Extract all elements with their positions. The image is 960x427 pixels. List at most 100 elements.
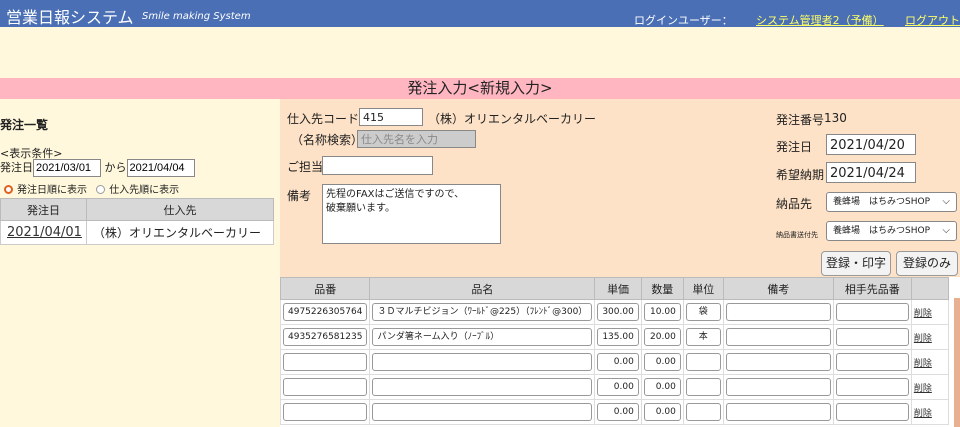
ship-to-select[interactable]: 養蜂場 はちみつSHOP ⌵ [826, 192, 957, 212]
delete-link[interactable]: 削除 [914, 334, 932, 344]
item-code-input[interactable]: 4935276581235 [283, 328, 368, 346]
sort-by-supplier-radio[interactable] [96, 185, 106, 194]
contact-label: ご担当 [287, 160, 324, 174]
grid-cell [722, 324, 834, 350]
item-name-input[interactable] [372, 378, 593, 396]
item-name-input[interactable]: ３Ｄマルチビジョン（ﾜｰﾙﾄﾞ@225）（ﾌﾚﾝﾄﾞ@300） [372, 303, 593, 321]
table-row[interactable]: 2021/04/01 （株）オリエンタルベーカリー [0, 220, 274, 245]
grid-cell: 本 [682, 324, 724, 350]
unit-price-input[interactable]: 0.00 [597, 378, 639, 396]
partner-code-input[interactable] [835, 328, 909, 346]
grid-cell [832, 324, 912, 350]
col-unit-price: 単価 [594, 277, 642, 300]
date-filter-row: 発注日 から [0, 159, 195, 177]
grid-cell [279, 399, 371, 425]
memo-label: 備考 [287, 189, 312, 203]
order-date-cell[interactable]: 2021/04/01 [0, 220, 87, 245]
unit-price-input[interactable]: 135.00 [597, 328, 639, 346]
unit-price-input[interactable]: 0.00 [597, 403, 639, 421]
delete-link[interactable]: 削除 [914, 359, 932, 369]
grid-cell [682, 374, 724, 400]
sort-by-supplier-label[interactable]: 仕入先順に表示 [109, 185, 179, 196]
unit-price-input[interactable]: 300.00 [597, 303, 639, 321]
item-code-input[interactable] [283, 403, 368, 421]
name-search-input[interactable]: 仕入先名を入力 [357, 130, 476, 148]
line-memo-input[interactable] [725, 378, 831, 396]
unit-input[interactable]: 袋 [685, 303, 721, 321]
date-from-input[interactable] [33, 159, 101, 177]
delivery-date-input[interactable]: 2021/04/24 [826, 162, 916, 183]
delete-link[interactable]: 削除 [914, 384, 932, 394]
slip-to-select[interactable]: 養蜂場 はちみつSHOP ⌵ [826, 221, 957, 241]
partner-code-input[interactable] [835, 378, 909, 396]
sort-by-date-label[interactable]: 発注日順に表示 [17, 185, 87, 196]
line-memo-input[interactable] [725, 328, 831, 346]
quantity-input[interactable]: 0.00 [643, 403, 681, 421]
grid-cell [279, 349, 371, 375]
logout-link[interactable]: ログアウト [905, 12, 960, 28]
app-header: 営業日報システム Smile making System ログインユーザー： シ… [0, 0, 960, 27]
user-name-link[interactable]: システム管理者2（予備） [756, 12, 884, 28]
grid-cell: 135.00 [594, 324, 642, 350]
unit-input[interactable] [685, 378, 721, 396]
item-code-input[interactable] [283, 353, 368, 371]
grid-cell: パンダ箸ネーム入り（ﾉｰﾌﾞﾙ） [369, 324, 596, 350]
unit-input[interactable]: 本 [685, 328, 721, 346]
grid-cell [832, 299, 912, 325]
table-row: 0.00 0.00 削除 [279, 349, 949, 375]
partner-code-input[interactable] [835, 403, 909, 421]
delete-link[interactable]: 削除 [914, 309, 932, 319]
col-quantity: 数量 [640, 277, 684, 300]
sort-by-date-radio[interactable] [4, 185, 13, 194]
grid-cell [369, 349, 596, 375]
quantity-input[interactable]: 0.00 [643, 353, 681, 371]
register-only-button[interactable]: 登録のみ [896, 251, 958, 276]
grid-cell: 削除 [910, 324, 949, 350]
grid-cell: 削除 [910, 399, 949, 425]
slip-to-value: 養蜂場 はちみつSHOP [833, 226, 930, 236]
order-number-value: 130 [824, 111, 847, 125]
app-subtitle: Smile making System [142, 11, 251, 22]
unit-input[interactable] [685, 353, 721, 371]
register-print-button[interactable]: 登録・印字 [821, 251, 891, 276]
quantity-input[interactable]: 0.00 [643, 378, 681, 396]
from-label: から [104, 161, 127, 174]
order-date-input[interactable]: 2021/04/20 [826, 134, 916, 155]
contact-input[interactable] [322, 156, 433, 175]
grid-cell [682, 399, 724, 425]
item-name-input[interactable] [372, 403, 593, 421]
col-supplier: 仕入先 [86, 198, 274, 221]
grid-cell: 0.00 [594, 374, 642, 400]
order-date-link[interactable]: 2021/04/01 [7, 225, 82, 240]
line-memo-input[interactable] [725, 303, 831, 321]
app-title: 営業日報システム [6, 8, 134, 27]
line-memo-input[interactable] [725, 353, 831, 371]
item-name-input[interactable]: パンダ箸ネーム入り（ﾉｰﾌﾞﾙ） [372, 328, 593, 346]
item-name-input[interactable] [372, 353, 593, 371]
line-memo-input[interactable] [725, 403, 831, 421]
partner-code-input[interactable] [835, 303, 909, 321]
item-code-input[interactable]: 4975226305764 [283, 303, 368, 321]
order-number-label: 発注番号 [776, 113, 825, 127]
quantity-input[interactable]: 20.00 [643, 328, 681, 346]
delete-link[interactable]: 削除 [914, 409, 932, 419]
partner-code-input[interactable] [835, 353, 909, 371]
grid-cell: 削除 [910, 299, 949, 325]
date-to-input[interactable] [126, 159, 195, 177]
grid-cell: 削除 [910, 374, 949, 400]
order-form: 仕入先コード 415 （株）オリエンタルベーカリー （名称検索） 仕入先名を入力… [280, 99, 960, 277]
supplier-code-input[interactable]: 415 [359, 108, 423, 126]
memo-line-1: 先程のFAXはご送信ですので、 [326, 189, 465, 200]
unit-input[interactable] [685, 403, 721, 421]
quantity-input[interactable]: 10.00 [643, 303, 681, 321]
unit-price-input[interactable]: 0.00 [597, 353, 639, 371]
ship-to-label: 納品先 [776, 197, 813, 211]
table-row: 4975226305764 ３Ｄマルチビジョン（ﾜｰﾙﾄﾞ@225）（ﾌﾚﾝﾄﾞ@… [279, 299, 949, 325]
grid-cell: 10.00 [640, 299, 684, 325]
item-code-input[interactable] [283, 378, 368, 396]
grid-cell [832, 349, 912, 375]
header-band [0, 27, 960, 78]
grid-scrollbar[interactable] [954, 298, 960, 427]
memo-textarea[interactable]: 先程のFAXはご送信ですので、 破棄願います。 [322, 184, 501, 244]
grid-cell [832, 399, 912, 425]
